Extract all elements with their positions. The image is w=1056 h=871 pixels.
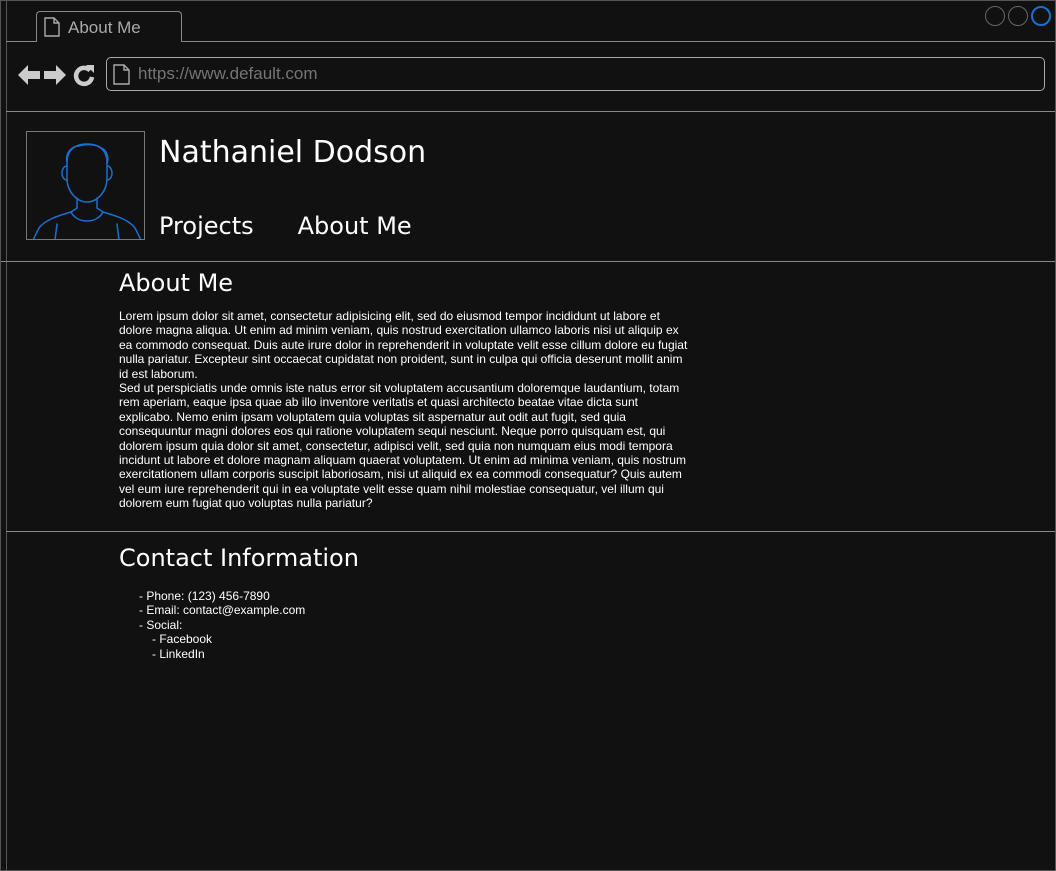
nav-link-about-me[interactable]: About Me — [298, 212, 412, 240]
browser-window: About Me https://www.default.com Nathani… — [0, 0, 1056, 871]
arrow-left-icon[interactable] — [17, 63, 41, 91]
site-owner-name: Nathaniel Dodson — [159, 135, 427, 170]
arrow-right-icon[interactable] — [43, 63, 67, 91]
window-controls — [985, 6, 1051, 26]
window-left-border — [6, 1, 7, 870]
site-navigation: Projects About Me — [159, 212, 412, 240]
contact-list: - Phone: (123) 456-7890 - Email: contact… — [139, 589, 305, 661]
address-bar[interactable] — [106, 57, 1045, 91]
close-button[interactable] — [1031, 6, 1051, 26]
minimize-button[interactable] — [985, 6, 1005, 26]
about-paragraph: Sed ut perspiciatis unde omnis iste natu… — [119, 381, 686, 511]
maximize-button[interactable] — [1008, 6, 1028, 26]
about-heading: About Me — [119, 269, 234, 297]
section-divider — [6, 531, 1055, 532]
social-link-linkedin[interactable]: - LinkedIn — [139, 647, 305, 661]
reload-icon[interactable] — [73, 63, 95, 91]
url-input[interactable] — [138, 63, 1018, 85]
document-icon — [44, 17, 60, 41]
toolbar-divider — [6, 111, 1055, 112]
avatar — [26, 131, 145, 240]
header-divider — [1, 261, 1055, 262]
contact-social: - Social: — [139, 617, 183, 632]
social-link-facebook[interactable]: - Facebook — [139, 632, 305, 646]
contact-heading: Contact Information — [119, 544, 359, 572]
about-paragraph: Lorem ipsum dolor sit amet, consectetur … — [119, 309, 688, 381]
user-icon — [32, 143, 142, 239]
about-text: Lorem ipsum dolor sit amet, consectetur … — [119, 309, 691, 511]
tab-title: About Me — [68, 18, 141, 37]
navigation-buttons — [17, 63, 95, 91]
document-icon — [113, 64, 130, 89]
contact-email: - Email: contact@example.com — [139, 603, 306, 618]
nav-link-projects[interactable]: Projects — [159, 212, 254, 240]
contact-phone: - Phone: (123) 456-7890 — [139, 589, 270, 603]
browser-tab[interactable]: About Me — [36, 11, 182, 42]
